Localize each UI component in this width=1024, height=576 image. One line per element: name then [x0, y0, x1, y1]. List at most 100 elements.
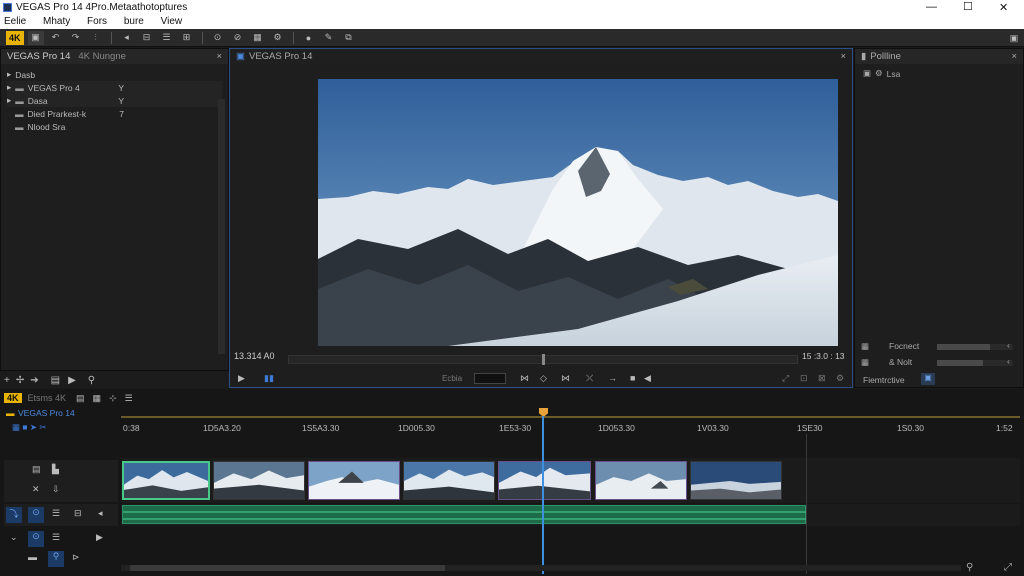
undo-icon[interactable]: ↶: [48, 31, 64, 45]
play-icon[interactable]: ▶: [68, 375, 76, 386]
audio-mute-icon[interactable]: ⊙: [28, 507, 44, 523]
audio-track-header[interactable]: ⤵ ⊙ ☰ ⊟ ◂: [4, 504, 118, 526]
move-icon[interactable]: ✢: [16, 375, 24, 386]
timeline-fit-icon[interactable]: ⤢: [1004, 562, 1012, 573]
link-icon[interactable]: ⊘: [230, 31, 246, 45]
prev-frame-icon[interactable]: ⋈: [520, 373, 529, 384]
edit-icon[interactable]: ✎: [321, 31, 337, 45]
audio-list-icon[interactable]: ☰: [52, 508, 60, 519]
list-icon[interactable]: ▤: [51, 375, 60, 386]
layers-icon[interactable]: ▦: [93, 393, 102, 404]
video-clip[interactable]: [213, 461, 305, 500]
redo-icon[interactable]: ↷: [68, 31, 84, 45]
track-film-icon[interactable]: ▬: [28, 552, 37, 562]
copy-icon[interactable]: ⧉: [341, 31, 357, 45]
solo-icon[interactable]: ⇩: [52, 484, 60, 495]
slider-track[interactable]: [937, 344, 1013, 350]
slider-track[interactable]: [937, 360, 1013, 366]
minimize-button[interactable]: —: [926, 1, 937, 13]
arrow-icon[interactable]: ➔: [30, 375, 38, 386]
trim-icon[interactable]: ⊟: [139, 31, 155, 45]
video-track-header[interactable]: ▤ ▙ ✕ ⇩: [4, 460, 118, 502]
rewind-icon[interactable]: ◂: [119, 31, 135, 45]
audio-fx-icon[interactable]: ⊟: [74, 508, 82, 519]
properties-close-button[interactable]: ×: [1011, 51, 1017, 62]
settings-icon[interactable]: ⚙: [270, 31, 286, 45]
timeline-ruler[interactable]: [121, 416, 1020, 434]
mode-field[interactable]: [474, 373, 506, 384]
menu-item-3[interactable]: Fors: [87, 16, 107, 27]
video-clip[interactable]: [595, 461, 687, 500]
lock-icon[interactable]: ▙: [52, 464, 59, 475]
video-clip[interactable]: [403, 461, 495, 500]
preview-scrubber-thumb[interactable]: [542, 354, 545, 365]
tree-item[interactable]: ▸ ▬ VEGAS Pro 4 Y: [7, 81, 222, 94]
menu-item-2[interactable]: Mhaty: [43, 16, 70, 27]
video-clip[interactable]: [690, 461, 782, 500]
volume-icon[interactable]: ◀: [644, 373, 651, 384]
menu-item-1[interactable]: Eelie: [4, 16, 26, 27]
maximize-button[interactable]: ☐: [963, 0, 973, 13]
snap-icon[interactable]: ⊞: [179, 31, 195, 45]
mute-icon[interactable]: ✕: [32, 484, 40, 495]
extra-track-header[interactable]: ⌄ ⊙ ☰ ▶: [4, 528, 118, 550]
timeline-4k-badge[interactable]: 4K: [4, 393, 22, 403]
track-next-icon[interactable]: ⊳: [72, 552, 80, 563]
options-icon[interactable]: ⚙: [836, 373, 844, 384]
timeline-scroll-thumb[interactable]: [130, 565, 445, 571]
forward-icon[interactable]: →: [608, 373, 617, 383]
expand-icon[interactable]: ▸: [7, 69, 11, 80]
timeline-menu-icon[interactable]: ☰: [125, 393, 133, 404]
stop-icon[interactable]: ■: [630, 373, 635, 383]
overlay-icon[interactable]: ⊠: [818, 373, 826, 384]
grid-icon[interactable]: ▦: [250, 31, 266, 45]
marker-icon[interactable]: ◇: [540, 373, 547, 384]
snapshot-icon[interactable]: ⊡: [800, 373, 808, 384]
track-play-icon[interactable]: ▶: [96, 532, 103, 543]
menu-item-4[interactable]: bure: [124, 16, 144, 27]
expand-icon[interactable]: ▸: [7, 82, 11, 93]
next-frame-icon[interactable]: ⋈: [561, 373, 570, 384]
slider-arrows[interactable]: ‹: [1007, 356, 1010, 366]
menu-item-5[interactable]: View: [161, 16, 183, 27]
play-button[interactable]: ▶: [238, 373, 245, 384]
video-preview[interactable]: [318, 79, 838, 346]
video-clip[interactable]: [308, 461, 400, 500]
close-window-button[interactable]: ✕: [999, 1, 1008, 14]
track-tool-icon[interactable]: ▦ ■ ➤ ✂: [12, 422, 47, 433]
tree-root[interactable]: ▸ Dasb: [7, 68, 222, 81]
audio-clip[interactable]: [122, 505, 807, 524]
tree-item[interactable]: ▬ Died Prarkest-k 7: [7, 107, 222, 120]
track-arm-icon[interactable]: ⊙: [28, 531, 44, 547]
track-lock-icon[interactable]: ⚲: [48, 551, 64, 567]
help-icon[interactable]: ▣: [1006, 31, 1022, 45]
video-clip[interactable]: [122, 461, 210, 500]
explorer-close-button[interactable]: ×: [216, 51, 222, 62]
bottom-track-header[interactable]: ▬ ⚲ ⊳: [4, 550, 118, 570]
explorer-scrollbar[interactable]: [218, 99, 225, 354]
zoom-icon[interactable]: ⊙: [210, 31, 226, 45]
meter-icon[interactable]: ▮▮: [264, 373, 274, 384]
audio-arm-icon[interactable]: ⤵: [6, 507, 22, 523]
slider-arrows[interactable]: ‹: [1007, 340, 1010, 350]
tree-item[interactable]: ▸ ▬ Dasa Y: [7, 94, 222, 107]
track-list-icon[interactable]: ☰: [52, 532, 60, 543]
4k-badge[interactable]: 4K: [6, 30, 24, 45]
tree-item[interactable]: ▬ Nlood Sra: [7, 120, 222, 133]
track-icon[interactable]: ▤: [76, 393, 85, 404]
footer-toggle[interactable]: ▣: [921, 373, 935, 385]
ripple-icon[interactable]: ⊹: [109, 393, 117, 404]
pin-icon[interactable]: ⚲: [88, 375, 95, 386]
menu-list-icon[interactable]: ☰: [159, 31, 175, 45]
add-icon[interactable]: +: [4, 375, 10, 386]
preview-close-button[interactable]: ×: [840, 51, 846, 62]
expand-icon[interactable]: ▸: [7, 95, 11, 106]
record-icon[interactable]: ●: [301, 31, 317, 45]
loop-icon[interactable]: ⤫: [586, 373, 593, 384]
timeline-zoom-icon[interactable]: ⚲: [966, 562, 973, 573]
capture-icon[interactable]: ▣: [27, 30, 44, 45]
fullscreen-icon[interactable]: ⤢: [782, 373, 789, 384]
tab-4k[interactable]: 4K Nungne: [78, 51, 126, 62]
audio-vol-icon[interactable]: ◂: [98, 508, 103, 519]
tab-explorer[interactable]: VEGAS Pro 14: [7, 51, 70, 62]
